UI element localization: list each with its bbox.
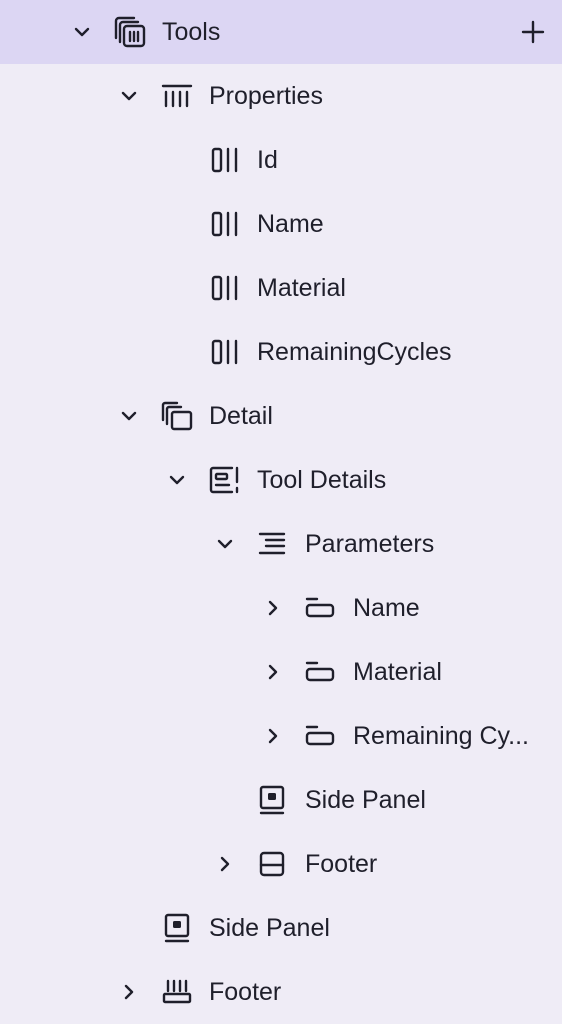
tree-item-label: Properties bbox=[209, 82, 323, 110]
chevron-right-icon[interactable] bbox=[261, 640, 285, 704]
tree-item-label: Material bbox=[257, 274, 346, 302]
column-field-icon bbox=[207, 256, 243, 320]
tree-item-label: Footer bbox=[209, 978, 282, 1006]
tree-item-property-material[interactable]: Material bbox=[0, 256, 562, 320]
tree-item-footer-inner[interactable]: Footer bbox=[0, 832, 562, 896]
tree-item-label: Tool Details bbox=[257, 466, 387, 494]
tree-item-property-name[interactable]: Name bbox=[0, 192, 562, 256]
tree-item-side-panel-inner[interactable]: Side Panel bbox=[0, 768, 562, 832]
tree-view: Tools Properties Id Name Material Remain… bbox=[0, 0, 562, 1023]
chevron-right-icon[interactable] bbox=[213, 832, 237, 896]
tree-item-footer[interactable]: Footer bbox=[0, 960, 562, 1024]
chevron-down-icon[interactable] bbox=[117, 64, 141, 128]
tree-item-properties[interactable]: Properties bbox=[0, 64, 562, 128]
detail-card-icon bbox=[207, 448, 243, 512]
tree-item-label: Id bbox=[257, 146, 278, 174]
tree-item-property-remaining-cycles[interactable]: RemainingCycles bbox=[0, 320, 562, 384]
column-field-icon bbox=[207, 128, 243, 192]
field-icon bbox=[302, 704, 338, 768]
chevron-right-icon[interactable] bbox=[117, 960, 141, 1024]
field-icon bbox=[302, 576, 338, 640]
tree-item-label: Name bbox=[353, 594, 420, 622]
chevron-down-icon[interactable] bbox=[213, 512, 237, 576]
tree-item-label: Detail bbox=[209, 402, 273, 430]
tree-item-side-panel[interactable]: Side Panel bbox=[0, 896, 562, 960]
footer-panel-icon bbox=[254, 832, 290, 896]
tree-item-label: RemainingCycles bbox=[257, 338, 452, 366]
tree-item-parameter-remaining-cycles[interactable]: Remaining Cy... bbox=[0, 704, 562, 768]
tree-item-tools[interactable]: Tools bbox=[0, 0, 562, 64]
chevron-down-icon[interactable] bbox=[70, 0, 94, 64]
tree-item-property-id[interactable]: Id bbox=[0, 128, 562, 192]
layers-icon bbox=[159, 384, 195, 448]
tree-item-label: Parameters bbox=[305, 530, 435, 558]
chevron-down-icon[interactable] bbox=[165, 448, 189, 512]
add-icon[interactable] bbox=[513, 0, 553, 64]
tree-item-label: Name bbox=[257, 210, 324, 238]
side-panel-icon bbox=[159, 896, 195, 960]
tree-item-label: Material bbox=[353, 658, 442, 686]
chevron-right-icon[interactable] bbox=[261, 704, 285, 768]
tree-item-detail[interactable]: Detail bbox=[0, 384, 562, 448]
tree-item-label: Tools bbox=[162, 18, 221, 46]
tree-item-parameters[interactable]: Parameters bbox=[0, 512, 562, 576]
column-field-icon bbox=[207, 320, 243, 384]
tree-item-label: Side Panel bbox=[305, 786, 426, 814]
chevron-down-icon[interactable] bbox=[117, 384, 141, 448]
tree-item-parameter-name[interactable]: Name bbox=[0, 576, 562, 640]
chevron-right-icon[interactable] bbox=[261, 576, 285, 640]
field-icon bbox=[302, 640, 338, 704]
tree-item-parameter-material[interactable]: Material bbox=[0, 640, 562, 704]
side-panel-icon bbox=[254, 768, 290, 832]
columns-icon bbox=[159, 64, 195, 128]
tree-item-label: Remaining Cy... bbox=[353, 722, 529, 750]
footer-bar-icon bbox=[159, 960, 195, 1024]
list-icon bbox=[254, 512, 290, 576]
tree-item-label: Side Panel bbox=[209, 914, 330, 942]
tree-item-tool-details[interactable]: Tool Details bbox=[0, 448, 562, 512]
column-field-icon bbox=[207, 192, 243, 256]
tree-item-label: Footer bbox=[305, 850, 378, 878]
stack-icon bbox=[112, 0, 148, 64]
